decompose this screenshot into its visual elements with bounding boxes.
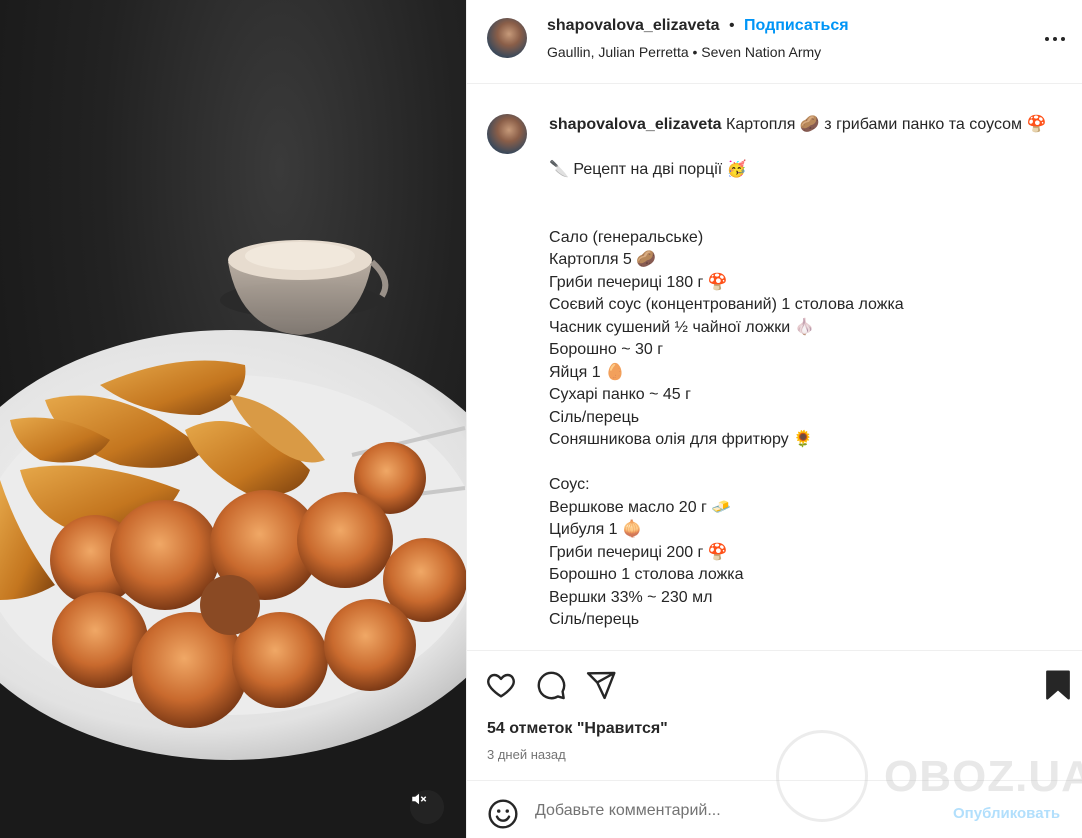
caption-line: Сало (генеральське) <box>549 228 704 246</box>
caption-line: Сіль/перець <box>549 611 640 628</box>
comment-bar: Опубликовать <box>467 780 1082 838</box>
mute-button[interactable] <box>410 790 444 824</box>
caption-title: Картопля 🥔 з грибами панко та соусом 🍄 <box>721 116 1047 133</box>
likes-count[interactable]: 54 отметок "Нравится" <box>487 720 668 738</box>
caption-line: Гриби печериці 200 г 🍄 <box>549 543 728 561</box>
follow-button[interactable]: Подписаться <box>744 17 849 35</box>
music-link[interactable]: Gaullin, Julian Perretta • Seven Nation … <box>547 44 821 60</box>
save-button[interactable] <box>1042 669 1074 701</box>
caption-line: Сіль/перець <box>549 408 640 426</box>
post-media[interactable] <box>0 0 466 838</box>
more-options-button[interactable] <box>1045 30 1067 48</box>
caption-line: 🔪 Рецепт на дві порції 🥳 <box>549 161 747 178</box>
post-date[interactable]: 3 дней назад <box>487 747 566 762</box>
publish-button[interactable]: Опубликовать <box>953 805 1060 822</box>
comment-icon <box>537 671 566 700</box>
mute-icon <box>412 793 427 805</box>
caption-text: shapovalova_elizaveta Картопля 🥔 з гриба… <box>549 114 1064 632</box>
caption-line: Борошно ~ 30 г <box>549 341 664 358</box>
caption-line: Гриби печериці 180 г 🍄 <box>549 273 728 291</box>
separator-dot: • <box>729 17 735 34</box>
caption-line: Часник сушений ½ чайної ложки 🧄 <box>549 318 815 336</box>
caption-line: Сухарі панко ~ 45 г <box>549 386 691 403</box>
food-photo <box>0 240 466 838</box>
comment-input[interactable] <box>535 795 935 827</box>
smile-icon <box>488 799 518 829</box>
share-button[interactable] <box>585 669 617 701</box>
avatar[interactable] <box>487 114 527 154</box>
caption-line: Картопля 5 🥔 <box>549 251 657 268</box>
post-actions: 54 отметок "Нравится" 3 дней назад <box>467 650 1082 780</box>
post-panel: shapovalova_elizaveta • Подписаться Gaul… <box>466 0 1082 838</box>
share-icon <box>586 671 616 700</box>
caption-line: Борошно 1 столова ложка <box>549 566 744 583</box>
post-header: shapovalova_elizaveta • Подписаться Gaul… <box>467 0 1082 84</box>
caption-line: Вершки 33% ~ 230 мл <box>549 588 713 606</box>
caption-line: Соус: <box>549 476 590 493</box>
bookmark-icon <box>1046 670 1070 700</box>
like-button[interactable] <box>485 669 517 701</box>
emoji-button[interactable] <box>487 798 519 830</box>
caption-line: Соєвий соус (концентрований) 1 столова л… <box>549 296 904 313</box>
caption-line: Цибуля 1 🧅 <box>549 521 642 538</box>
comment-button[interactable] <box>535 669 567 701</box>
post-caption: shapovalova_elizaveta Картопля 🥔 з гриба… <box>467 84 1082 650</box>
caption-username[interactable]: shapovalova_elizaveta <box>549 116 722 133</box>
caption-line: Вершкове масло 20 г 🧈 <box>549 498 732 516</box>
heart-icon <box>487 673 515 698</box>
more-horizontal-icon <box>1045 37 1049 41</box>
caption-line: Яйця 1 🥚 <box>549 363 626 381</box>
caption-line: Соняшникова олія для фритюру 🌻 <box>549 431 814 448</box>
username-link[interactable]: shapovalova_elizaveta <box>547 17 720 35</box>
avatar[interactable] <box>487 18 527 58</box>
